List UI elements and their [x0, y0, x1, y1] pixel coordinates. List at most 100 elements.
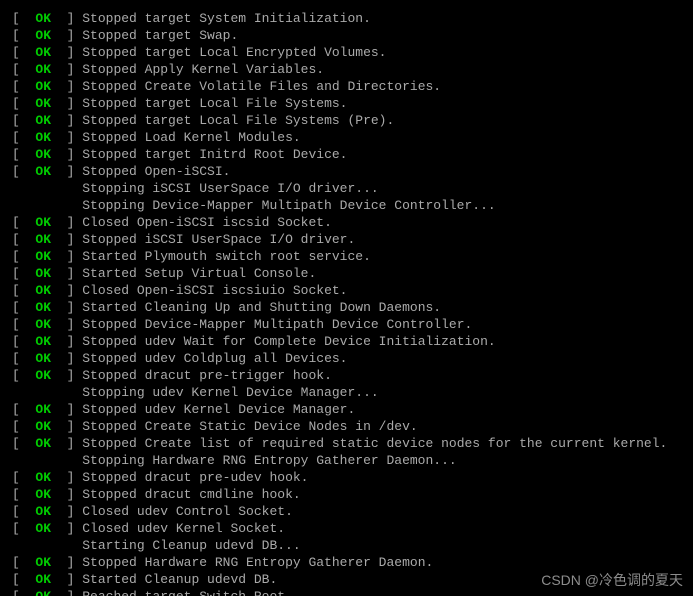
- boot-log-line: [ OK ] Closed Open-iSCSI iscsid Socket.: [12, 214, 689, 231]
- boot-log-line: [ OK ] Stopped Hardware RNG Entropy Gath…: [12, 554, 689, 571]
- status-ok: OK: [35, 11, 51, 26]
- log-message: Stopped udev Wait for Complete Device In…: [82, 334, 495, 349]
- bracket-close: ]: [51, 283, 82, 298]
- log-message: Stopped target Swap.: [82, 28, 238, 43]
- bracket-open: [: [12, 130, 35, 145]
- bracket-close: ]: [51, 113, 82, 128]
- log-message: Stopping iSCSI UserSpace I/O driver...: [82, 181, 378, 196]
- boot-log-line: [ OK ] Started Cleaning Up and Shutting …: [12, 299, 689, 316]
- log-message: Stopped Open-iSCSI.: [82, 164, 230, 179]
- indent: [12, 385, 82, 400]
- bracket-open: [: [12, 300, 35, 315]
- log-message: Closed udev Kernel Socket.: [82, 521, 285, 536]
- log-message: Closed Open-iSCSI iscsid Socket.: [82, 215, 332, 230]
- log-message: Stopped target Initrd Root Device.: [82, 147, 347, 162]
- boot-log-line: [ OK ] Stopped iSCSI UserSpace I/O drive…: [12, 231, 689, 248]
- status-ok: OK: [35, 283, 51, 298]
- bracket-open: [: [12, 266, 35, 281]
- log-message: Stopped Create Static Device Nodes in /d…: [82, 419, 417, 434]
- status-ok: OK: [35, 215, 51, 230]
- boot-log-line: [ OK ] Stopped Create Volatile Files and…: [12, 78, 689, 95]
- status-ok: OK: [35, 249, 51, 264]
- bracket-close: ]: [51, 232, 82, 247]
- boot-log-terminal: [ OK ] Stopped target System Initializat…: [0, 0, 693, 596]
- boot-log-line: [ OK ] Stopped target Initrd Root Device…: [12, 146, 689, 163]
- status-ok: OK: [35, 504, 51, 519]
- log-message: Stopped target Local Encrypted Volumes.: [82, 45, 386, 60]
- boot-log-line: [ OK ] Stopped target Swap.: [12, 27, 689, 44]
- status-ok: OK: [35, 130, 51, 145]
- bracket-close: ]: [51, 521, 82, 536]
- boot-log-line: Stopping Device-Mapper Multipath Device …: [12, 197, 689, 214]
- bracket-close: ]: [51, 130, 82, 145]
- bracket-open: [: [12, 283, 35, 298]
- log-message: Closed udev Control Socket.: [82, 504, 293, 519]
- bracket-open: [: [12, 504, 35, 519]
- bracket-close: ]: [51, 164, 82, 179]
- status-ok: OK: [35, 402, 51, 417]
- bracket-close: ]: [51, 300, 82, 315]
- bracket-open: [: [12, 11, 35, 26]
- status-ok: OK: [35, 164, 51, 179]
- status-ok: OK: [35, 419, 51, 434]
- log-message: Stopped Apply Kernel Variables.: [82, 62, 324, 77]
- bracket-open: [: [12, 317, 35, 332]
- status-ok: OK: [35, 470, 51, 485]
- status-ok: OK: [35, 62, 51, 77]
- bracket-close: ]: [51, 419, 82, 434]
- status-ok: OK: [35, 351, 51, 366]
- bracket-open: [: [12, 436, 35, 451]
- boot-log-line: [ OK ] Stopped Create list of required s…: [12, 435, 689, 452]
- log-message: Closed Open-iSCSI iscsiuio Socket.: [82, 283, 347, 298]
- status-ok: OK: [35, 45, 51, 60]
- bracket-close: ]: [51, 215, 82, 230]
- boot-log-line: [ OK ] Closed Open-iSCSI iscsiuio Socket…: [12, 282, 689, 299]
- log-message: Stopping udev Kernel Device Manager...: [82, 385, 378, 400]
- boot-log-line: [ OK ] Closed udev Control Socket.: [12, 503, 689, 520]
- status-ok: OK: [35, 300, 51, 315]
- boot-log-line: [ OK ] Stopped udev Kernel Device Manage…: [12, 401, 689, 418]
- bracket-open: [: [12, 402, 35, 417]
- watermark-label: CSDN @冷色调的夏天: [541, 570, 683, 590]
- boot-log-line: [ OK ] Stopped Create Static Device Node…: [12, 418, 689, 435]
- bracket-open: [: [12, 521, 35, 536]
- bracket-close: ]: [51, 572, 82, 587]
- status-ok: OK: [35, 28, 51, 43]
- indent: [12, 538, 82, 553]
- bracket-open: [: [12, 487, 35, 502]
- bracket-close: ]: [51, 368, 82, 383]
- bracket-close: ]: [51, 334, 82, 349]
- bracket-open: [: [12, 164, 35, 179]
- bracket-close: ]: [51, 555, 82, 570]
- bracket-open: [: [12, 555, 35, 570]
- log-message: Started Cleanup udevd DB.: [82, 572, 277, 587]
- boot-log-line: [ OK ] Stopped Load Kernel Modules.: [12, 129, 689, 146]
- indent: [12, 198, 82, 213]
- bracket-close: ]: [51, 402, 82, 417]
- log-message: Stopped target Local File Systems (Pre).: [82, 113, 394, 128]
- log-message: Stopped udev Coldplug all Devices.: [82, 351, 347, 366]
- bracket-close: ]: [51, 351, 82, 366]
- status-ok: OK: [35, 113, 51, 128]
- bracket-close: ]: [51, 147, 82, 162]
- status-ok: OK: [35, 96, 51, 111]
- log-message: Started Setup Virtual Console.: [82, 266, 316, 281]
- bracket-open: [: [12, 96, 35, 111]
- status-ok: OK: [35, 147, 51, 162]
- bracket-open: [: [12, 215, 35, 230]
- bracket-open: [: [12, 470, 35, 485]
- status-ok: OK: [35, 572, 51, 587]
- boot-log-line: [ OK ] Stopped target Local File Systems…: [12, 112, 689, 129]
- bracket-close: ]: [51, 28, 82, 43]
- log-message: Started Plymouth switch root service.: [82, 249, 371, 264]
- bracket-open: [: [12, 589, 35, 596]
- log-message: Stopping Hardware RNG Entropy Gatherer D…: [82, 453, 456, 468]
- boot-log-line: [ OK ] Closed udev Kernel Socket.: [12, 520, 689, 537]
- bracket-open: [: [12, 249, 35, 264]
- status-ok: OK: [35, 266, 51, 281]
- log-message: Stopped dracut pre-udev hook.: [82, 470, 308, 485]
- status-ok: OK: [35, 334, 51, 349]
- bracket-close: ]: [51, 487, 82, 502]
- log-message: Stopped dracut pre-trigger hook.: [82, 368, 332, 383]
- bracket-open: [: [12, 232, 35, 247]
